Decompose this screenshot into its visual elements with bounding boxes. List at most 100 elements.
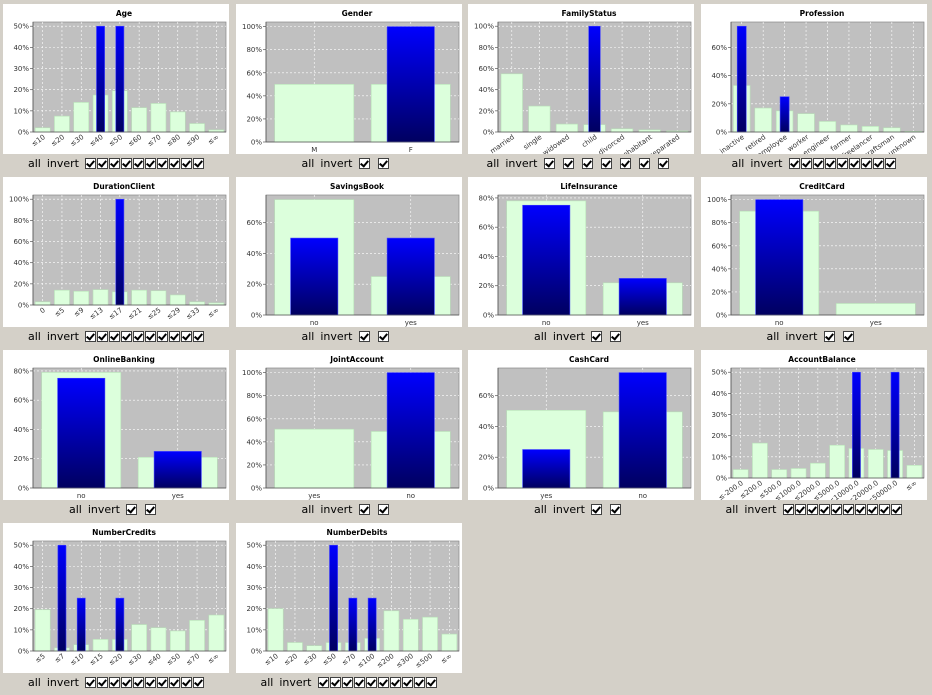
selected-bar-0[interactable] xyxy=(522,449,571,489)
category-checkbox-0[interactable] xyxy=(358,158,370,169)
selected-bar-8[interactable] xyxy=(890,371,899,479)
category-checkbox-0[interactable] xyxy=(358,331,370,342)
category-checkbox-6[interactable] xyxy=(157,158,168,169)
category-checkbox-6[interactable] xyxy=(854,504,866,515)
category-checkbox-0[interactable] xyxy=(782,504,794,515)
category-checkbox-9[interactable] xyxy=(425,677,437,688)
invert-selection-link[interactable]: invert xyxy=(744,503,776,516)
category-checkbox-4[interactable] xyxy=(133,331,144,342)
select-all-link[interactable]: all xyxy=(767,330,780,343)
category-checkbox-1[interactable] xyxy=(610,504,621,515)
category-checkbox-4[interactable] xyxy=(133,677,144,688)
category-checkbox-4[interactable] xyxy=(836,158,848,169)
selected-bar-3[interactable] xyxy=(96,25,105,133)
category-checkbox-1[interactable] xyxy=(329,677,341,688)
select-all-link[interactable]: all xyxy=(28,330,41,343)
invert-selection-link[interactable]: invert xyxy=(505,157,537,170)
invert-selection-link[interactable]: invert xyxy=(320,503,352,516)
select-all-link[interactable]: all xyxy=(302,330,315,343)
selected-bar-0[interactable] xyxy=(57,377,106,489)
category-checkbox-2[interactable] xyxy=(806,504,818,515)
category-checkbox-5[interactable] xyxy=(145,677,156,688)
category-checkbox-6[interactable] xyxy=(157,677,168,688)
category-checkbox-1[interactable] xyxy=(800,158,812,169)
category-checkbox-0[interactable] xyxy=(823,331,835,342)
category-checkbox-8[interactable] xyxy=(878,504,890,515)
category-checkbox-0[interactable] xyxy=(85,331,96,342)
selected-bar-1[interactable] xyxy=(386,372,435,489)
category-checkbox-2[interactable] xyxy=(341,677,353,688)
category-checkbox-0[interactable] xyxy=(543,158,555,169)
selected-bar-0[interactable] xyxy=(289,237,338,316)
category-checkbox-5[interactable] xyxy=(638,158,650,169)
category-checkbox-8[interactable] xyxy=(884,158,896,169)
category-checkbox-3[interactable] xyxy=(121,331,132,342)
category-checkbox-3[interactable] xyxy=(121,677,132,688)
invert-selection-link[interactable]: invert xyxy=(47,157,79,170)
invert-selection-link[interactable]: invert xyxy=(320,157,352,170)
select-all-link[interactable]: all xyxy=(69,503,82,516)
select-all-link[interactable]: all xyxy=(302,157,315,170)
category-checkbox-0[interactable] xyxy=(85,158,96,169)
selected-bar-1[interactable] xyxy=(386,237,435,316)
invert-selection-link[interactable]: invert xyxy=(553,503,585,516)
category-checkbox-1[interactable] xyxy=(794,504,806,515)
invert-selection-link[interactable]: invert xyxy=(750,157,782,170)
category-checkbox-5[interactable] xyxy=(145,158,156,169)
invert-selection-link[interactable]: invert xyxy=(47,676,79,689)
category-checkbox-4[interactable] xyxy=(365,677,377,688)
selected-bar-4[interactable] xyxy=(347,597,357,652)
category-checkbox-1[interactable] xyxy=(562,158,574,169)
select-all-link[interactable]: all xyxy=(302,503,315,516)
category-checkbox-1[interactable] xyxy=(97,158,108,169)
selected-bar-0[interactable] xyxy=(754,199,803,316)
select-all-link[interactable]: all xyxy=(732,157,745,170)
selected-bar-2[interactable] xyxy=(779,96,789,133)
category-checkbox-7[interactable] xyxy=(401,677,413,688)
category-checkbox-4[interactable] xyxy=(619,158,631,169)
category-checkbox-4[interactable] xyxy=(133,158,144,169)
category-checkbox-1[interactable] xyxy=(97,677,108,688)
category-checkbox-5[interactable] xyxy=(842,504,854,515)
category-checkbox-0[interactable] xyxy=(317,677,329,688)
category-checkbox-0[interactable] xyxy=(85,677,96,688)
selected-bar-1[interactable] xyxy=(153,451,202,489)
select-all-link[interactable]: all xyxy=(487,157,500,170)
invert-selection-link[interactable]: invert xyxy=(553,330,585,343)
category-checkbox-1[interactable] xyxy=(377,158,389,169)
invert-selection-link[interactable]: invert xyxy=(47,330,79,343)
category-checkbox-7[interactable] xyxy=(169,677,180,688)
category-checkbox-0[interactable] xyxy=(358,504,370,515)
selected-bar-1[interactable] xyxy=(618,372,667,489)
category-checkbox-5[interactable] xyxy=(145,331,156,342)
selected-bar-1[interactable] xyxy=(57,544,67,652)
category-checkbox-7[interactable] xyxy=(872,158,884,169)
category-checkbox-9[interactable] xyxy=(193,331,204,342)
category-checkbox-5[interactable] xyxy=(377,677,389,688)
selected-bar-1[interactable] xyxy=(618,278,667,316)
category-checkbox-9[interactable] xyxy=(890,504,902,515)
category-checkbox-6[interactable] xyxy=(157,331,168,342)
selected-bar-1[interactable] xyxy=(386,26,435,143)
selected-bar-4[interactable] xyxy=(115,597,125,652)
category-checkbox-3[interactable] xyxy=(353,677,365,688)
category-checkbox-0[interactable] xyxy=(126,504,137,515)
select-all-link[interactable]: all xyxy=(28,157,41,170)
category-checkbox-2[interactable] xyxy=(109,158,120,169)
category-checkbox-3[interactable] xyxy=(121,158,132,169)
category-checkbox-8[interactable] xyxy=(181,331,192,342)
category-checkbox-7[interactable] xyxy=(866,504,878,515)
category-checkbox-6[interactable] xyxy=(389,677,401,688)
category-checkbox-6[interactable] xyxy=(657,158,669,169)
category-checkbox-0[interactable] xyxy=(788,158,800,169)
category-checkbox-8[interactable] xyxy=(181,158,192,169)
invert-selection-link[interactable]: invert xyxy=(279,676,311,689)
selected-bar-3[interactable] xyxy=(588,25,601,133)
category-checkbox-1[interactable] xyxy=(842,331,854,342)
category-checkbox-1[interactable] xyxy=(377,331,389,342)
category-checkbox-7[interactable] xyxy=(169,331,180,342)
invert-selection-link[interactable]: invert xyxy=(785,330,817,343)
category-checkbox-3[interactable] xyxy=(818,504,830,515)
category-checkbox-2[interactable] xyxy=(109,677,120,688)
category-checkbox-1[interactable] xyxy=(377,504,389,515)
